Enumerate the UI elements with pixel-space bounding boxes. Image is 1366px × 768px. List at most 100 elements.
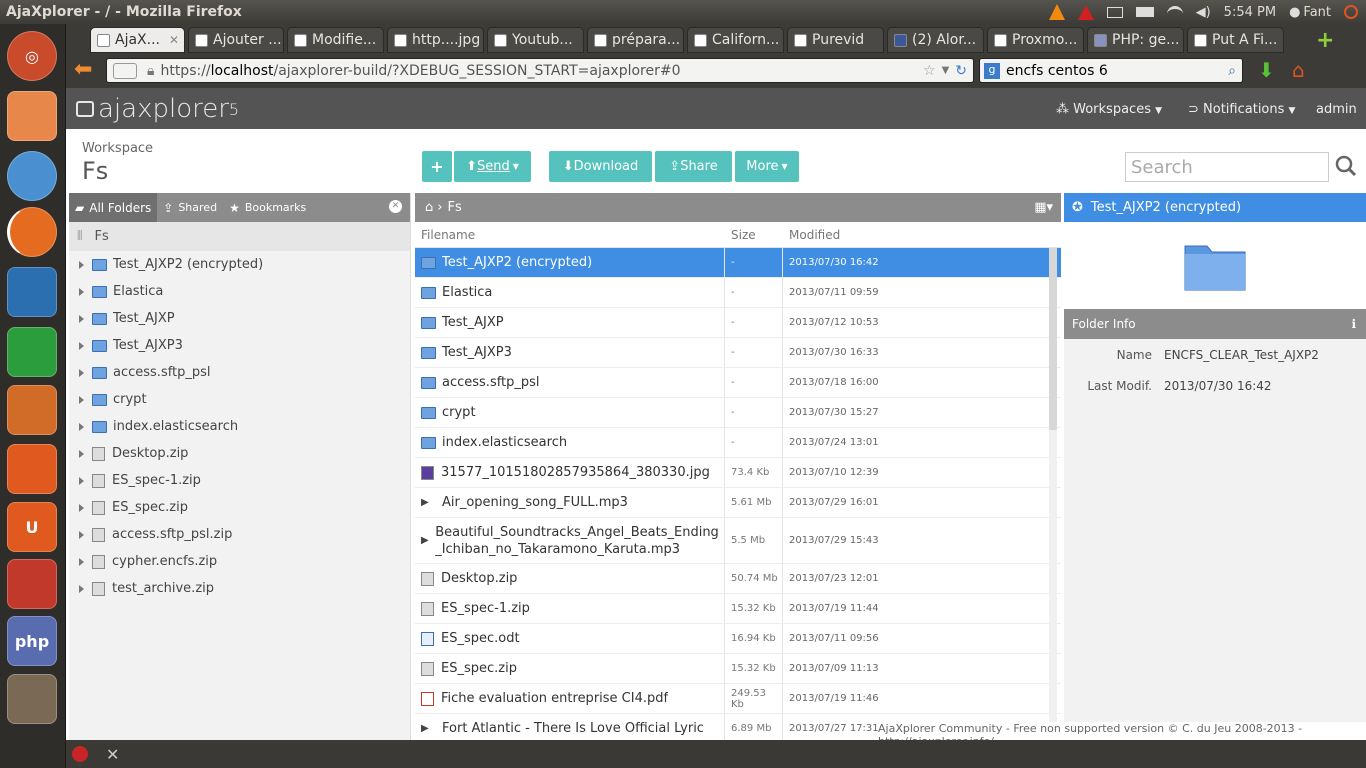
col-modified[interactable]: Modified <box>783 228 840 242</box>
tree-item[interactable]: ES_spec.zip <box>69 494 410 521</box>
browser-tab[interactable]: Ajouter ... <box>188 27 284 53</box>
tree-item[interactable]: access.sftp_psl.zip <box>69 521 410 548</box>
tab-close-icon[interactable]: ✕ <box>169 33 179 47</box>
expand-arrow-icon[interactable] <box>79 557 84 566</box>
file-row[interactable]: crypt -2013/07/30 15:27 <box>415 398 1061 428</box>
gear-icon[interactable]: ✪ <box>1072 200 1083 215</box>
dropdown-icon[interactable]: ▼ <box>942 65 950 76</box>
view-mode-icon[interactable]: ▦▾ <box>1034 200 1053 215</box>
browser-tab[interactable]: http....jpg <box>387 27 484 53</box>
file-row[interactable]: ES_spec.odt 16.94 Kb 2013/07/11 09:56 <box>415 624 1061 654</box>
reload-icon[interactable]: ↻ <box>955 63 967 79</box>
user-menu[interactable]: admin <box>1316 102 1357 117</box>
tree-item[interactable]: ES_spec-1.zip <box>69 467 410 494</box>
file-row[interactable]: ▶ Beautiful_Soundtracks_Angel_Beats_Endin… <box>415 518 1061 564</box>
tree-item[interactable]: Test_AJXP <box>69 305 410 332</box>
browser-tab[interactable]: Proxmo... <box>987 27 1084 53</box>
expand-arrow-icon[interactable] <box>79 584 84 593</box>
tree-item[interactable]: crypt <box>69 386 410 413</box>
php-icon[interactable]: php <box>7 616 57 666</box>
notifications-menu[interactable]: ⊃ Notifications ▼ <box>1188 102 1295 117</box>
adblock-icon[interactable] <box>72 746 88 762</box>
ubuntu-one-icon[interactable]: U <box>7 502 57 552</box>
tree-item[interactable]: Test_AJXP3 <box>69 332 410 359</box>
expand-arrow-icon[interactable] <box>79 530 84 539</box>
power-icon[interactable] <box>1344 5 1358 19</box>
file-row[interactable]: Test_AJXP2 (encrypted) -2013/07/30 16:42 <box>415 248 1061 278</box>
file-row[interactable]: Fiche evaluation entreprise CI4.pdf 249.5… <box>415 684 1061 714</box>
search-input[interactable]: Search <box>1125 152 1329 182</box>
battery-icon[interactable] <box>1135 7 1154 17</box>
libreoffice-writer-icon[interactable] <box>7 267 57 317</box>
file-row[interactable]: Elastica -2013/07/11 09:59 <box>415 278 1061 308</box>
software-center-icon[interactable] <box>7 444 57 494</box>
scrollbar-thumb[interactable] <box>1049 248 1057 430</box>
tab-shared[interactable]: ⇪ Shared <box>157 193 223 222</box>
file-row[interactable]: ES_spec-1.zip 15.32 Kb 2013/07/19 11:44 <box>415 594 1061 624</box>
expand-arrow-icon[interactable] <box>79 395 84 404</box>
browser-tab[interactable]: AjaX... ✕ <box>90 27 185 53</box>
expand-arrow-icon[interactable] <box>79 287 84 296</box>
tree-item[interactable]: Elastica <box>69 278 410 305</box>
system-settings-icon[interactable] <box>7 559 57 609</box>
file-row[interactable]: ▶ Air_opening_song_FULL.mp3 5.61 Mb 2013/07… <box>415 488 1061 518</box>
libreoffice-calc-icon[interactable] <box>7 327 57 377</box>
expand-arrow-icon[interactable] <box>79 314 84 323</box>
google-icon[interactable]: g <box>984 62 1000 79</box>
file-row[interactable]: ES_spec.zip 15.32 Kb 2013/07/09 11:13 <box>415 654 1061 684</box>
clock[interactable]: 5:54 PM <box>1224 5 1276 20</box>
browser-tab[interactable]: PHP: ge... <box>1087 27 1184 53</box>
home-icon[interactable]: ⌂ <box>425 200 433 215</box>
app-logo[interactable]: ajaxplorer 5 <box>76 94 239 124</box>
workspaces-menu[interactable]: ⁂ Workspaces ▼ <box>1056 102 1162 117</box>
warning-icon[interactable] <box>1077 4 1094 20</box>
tree-item[interactable]: test_archive.zip <box>69 575 410 602</box>
tree-item[interactable]: cypher.encfs.zip <box>69 548 410 575</box>
file-row[interactable]: index.elasticsearch -2013/07/24 13:01 <box>415 428 1061 458</box>
more-button[interactable]: More ▼ <box>735 151 799 182</box>
send-button[interactable]: ⬆ Send ▼ <box>454 151 531 182</box>
expand-arrow-icon[interactable] <box>79 476 84 485</box>
url-bar[interactable]: 🔒︎ https://localhost/ajaxplorer-build/?X… <box>106 58 974 83</box>
file-row[interactable]: Test_AJXP -2013/07/12 10:53 <box>415 308 1061 338</box>
col-size[interactable]: Size <box>725 228 783 242</box>
web-search-bar[interactable]: g encfs centos 6 ⌕ <box>979 58 1243 83</box>
file-row[interactable]: access.sftp_psl -2013/07/18 16:00 <box>415 368 1061 398</box>
breadcrumb-current[interactable]: Fs <box>447 200 461 215</box>
search-magnifier-icon[interactable]: ⌕ <box>1228 63 1236 79</box>
new-tab-icon[interactable]: + <box>1316 28 1334 53</box>
wifi-icon[interactable] <box>1166 6 1183 18</box>
user-icon[interactable]: ● <box>1289 5 1300 20</box>
volume-icon[interactable]: ◀) <box>1196 5 1211 20</box>
scrollbar[interactable] <box>1049 248 1057 740</box>
download-icon[interactable]: ⬇ <box>1258 58 1275 82</box>
browser-tab[interactable]: Put A Fi... <box>1187 27 1284 53</box>
mail-icon[interactable] <box>1106 6 1123 18</box>
new-button[interactable]: + <box>422 151 452 182</box>
vlc-icon[interactable] <box>1048 4 1065 20</box>
tree-item[interactable]: Test_AJXP2 (encrypted) <box>69 251 410 278</box>
firefox-icon[interactable] <box>7 207 57 257</box>
browser-tab[interactable]: Californ... <box>687 27 784 53</box>
info-icon[interactable]: ℹ <box>1351 317 1356 331</box>
browser-tab[interactable]: prépara... <box>587 27 684 53</box>
download-button[interactable]: ⬇ Download <box>549 151 652 182</box>
browser-tab[interactable]: Youtub... <box>487 27 584 53</box>
workspace-switcher-icon[interactable] <box>7 674 57 724</box>
browser-tab[interactable]: Modifie... <box>287 27 384 53</box>
libreoffice-impress-icon[interactable] <box>7 385 57 435</box>
tab-bookmarks[interactable]: ★ Bookmarks <box>223 193 312 222</box>
site-identity-icon[interactable] <box>113 62 137 79</box>
expand-arrow-icon[interactable] <box>79 368 84 377</box>
home-icon[interactable]: ⌂ <box>1292 58 1305 82</box>
close-panel-icon[interactable]: ✕ <box>389 200 402 213</box>
browser-tab[interactable]: (2) Alor... <box>887 27 984 53</box>
chromium-icon[interactable] <box>7 151 57 201</box>
tree-item[interactable]: Desktop.zip <box>69 440 410 467</box>
tree-root[interactable]: ⫴ Fs <box>69 222 410 251</box>
back-arrow-icon[interactable]: ⬅ <box>74 57 92 82</box>
expand-arrow-icon[interactable] <box>79 449 84 458</box>
ubuntu-dash-icon[interactable]: ◎ <box>7 31 57 81</box>
browser-tab[interactable]: Purevid <box>787 27 884 53</box>
files-icon[interactable] <box>7 91 57 141</box>
